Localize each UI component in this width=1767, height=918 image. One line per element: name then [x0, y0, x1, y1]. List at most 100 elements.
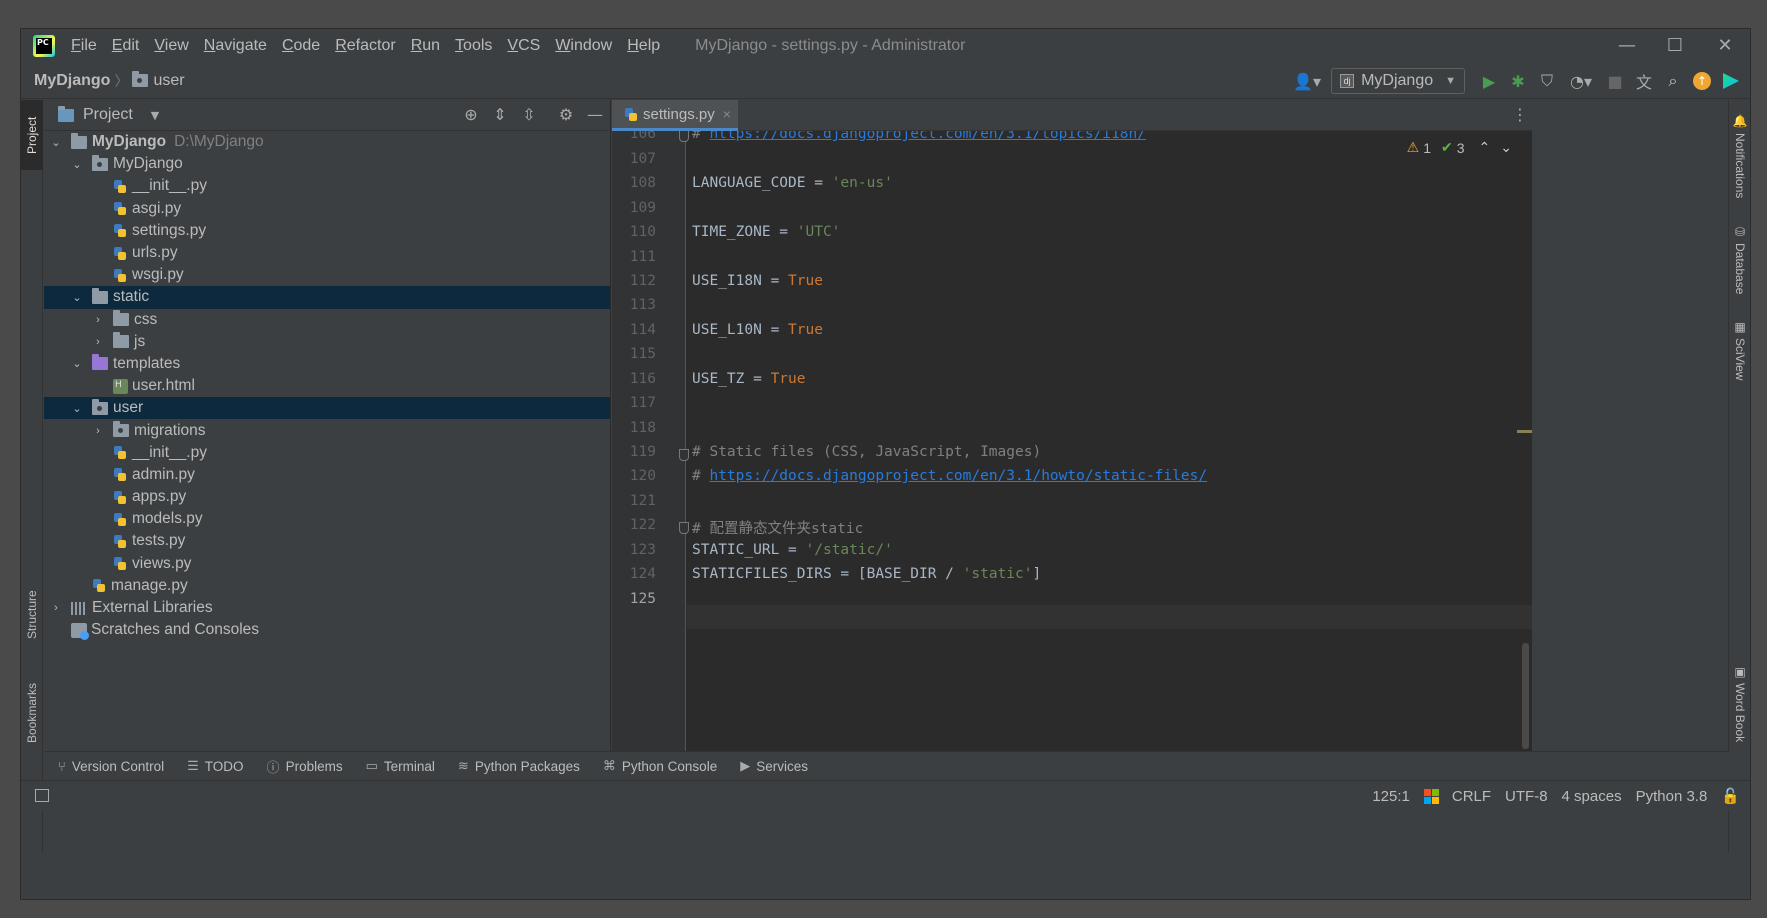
fold-marker-icon[interactable] — [679, 522, 689, 534]
gear-icon[interactable]: ⚙ — [556, 105, 576, 125]
tree-item-external-libraries[interactable]: › External Libraries — [44, 597, 610, 619]
translate-icon[interactable]: 文 — [1634, 71, 1654, 92]
run-configuration-select[interactable]: dj MyDjango ▼ — [1331, 68, 1465, 94]
hide-panel-icon[interactable]: — — [585, 105, 605, 125]
services-tab[interactable]: ▶ Services — [740, 758, 808, 774]
bookmarks-tool-tab[interactable]: Bookmarks — [21, 668, 43, 758]
todo-tab[interactable]: ☰ TODO — [187, 758, 243, 774]
line-separator[interactable]: CRLF — [1452, 788, 1491, 805]
project-tool-tab[interactable]: Project — [21, 100, 43, 170]
chevron-down-icon[interactable]: ⌄ — [71, 402, 83, 415]
docs-link[interactable]: https://docs.djangoproject.com/en/3.1/ho… — [709, 468, 1207, 484]
tree-item-file[interactable]: __init__.py — [44, 442, 610, 464]
maximize-button[interactable]: ☐ — [1664, 35, 1686, 57]
fold-marker-icon[interactable] — [679, 449, 689, 461]
stop-icon[interactable]: ■ — [1605, 71, 1625, 91]
menu-window[interactable]: Window — [555, 37, 612, 55]
search-icon[interactable]: ⌕ — [1663, 71, 1683, 91]
chevron-right-icon[interactable]: › — [92, 314, 104, 326]
terminal-tab[interactable]: ▭ Terminal — [366, 758, 435, 774]
tree-item-package-selected[interactable]: ⌄ user — [44, 397, 610, 420]
problems-tab[interactable]: ⓘ Problems — [267, 757, 343, 776]
menu-code[interactable]: Code — [282, 37, 320, 55]
menu-help[interactable]: Help — [627, 37, 660, 55]
user-account-icon[interactable]: 👤▾ — [1292, 71, 1322, 91]
chevron-right-icon[interactable]: › — [92, 336, 104, 348]
tab-settings-py[interactable]: settings.py × — [612, 100, 738, 131]
tree-item-folder[interactable]: › css — [44, 309, 610, 331]
tree-item-file[interactable]: user.html — [44, 375, 610, 397]
locate-icon[interactable]: ⊕ — [461, 105, 481, 125]
menu-refactor[interactable]: Refactor — [335, 37, 395, 55]
docs-link[interactable]: https://docs.djangoproject.com/en/3.1/to… — [709, 131, 1146, 142]
collapse-all-icon[interactable]: ⇳ — [519, 105, 539, 125]
profiler-icon[interactable]: ◔▾ — [1566, 71, 1596, 91]
expand-all-icon[interactable]: ⇕ — [490, 105, 510, 125]
tree-item-file[interactable]: urls.py — [44, 242, 610, 264]
menu-navigate[interactable]: Navigate — [204, 37, 267, 55]
tree-item-file[interactable]: wsgi.py — [44, 264, 610, 286]
menu-view[interactable]: View — [154, 37, 188, 55]
chevron-down-icon[interactable]: ⌄ — [71, 158, 83, 171]
tree-item-file[interactable]: tests.py — [44, 530, 610, 552]
tree-item-file[interactable]: __init__.py — [44, 175, 610, 197]
tree-item-file[interactable]: views.py — [44, 553, 610, 575]
chevron-right-icon[interactable]: › — [50, 602, 62, 614]
tree-item-file[interactable]: admin.py — [44, 464, 610, 486]
code-editor[interactable]: 106 107 108 109 110 111 112 113 114 115 … — [612, 131, 1532, 761]
project-panel-title[interactable]: Project — [83, 106, 133, 124]
vertical-scrollbar[interactable] — [1522, 643, 1529, 749]
toggle-tool-windows-icon[interactable] — [35, 789, 49, 802]
breadcrumb-folder[interactable]: user — [153, 72, 184, 90]
lock-icon[interactable]: 🔓 — [1721, 787, 1740, 805]
tree-item-scratches[interactable]: Scratches and Consoles — [44, 619, 610, 641]
minimize-button[interactable]: — — [1616, 35, 1638, 57]
python-interpreter[interactable]: Python 3.8 — [1636, 788, 1708, 805]
python-packages-tab[interactable]: ≋ Python Packages — [458, 758, 580, 774]
tree-item-root[interactable]: ⌄ MyDjango D:\MyDjango — [44, 131, 610, 153]
wordbook-tool-tab[interactable]: ▣ Word Book — [1729, 665, 1750, 755]
breadcrumb-project[interactable]: MyDjango — [34, 72, 110, 90]
update-icon[interactable]: ↑ — [1692, 71, 1712, 91]
chevron-down-icon[interactable]: ⌄ — [71, 357, 83, 370]
more-vertical-icon[interactable]: ⋮ — [1512, 105, 1528, 124]
version-control-tab[interactable]: ⑂ Version Control — [58, 759, 164, 774]
sciview-tool-tab[interactable]: ▦ SciView — [1729, 320, 1750, 390]
tree-item-folder[interactable]: › js — [44, 331, 610, 353]
windows-logo-icon[interactable] — [1423, 788, 1439, 804]
database-tool-tab[interactable]: ⛁ Database — [1729, 225, 1750, 305]
structure-tool-tab[interactable]: Structure — [21, 575, 43, 655]
tree-item-folder[interactable]: › migrations — [44, 419, 610, 441]
tree-item-package[interactable]: ⌄ MyDjango — [44, 153, 610, 175]
file-encoding[interactable]: UTF-8 — [1505, 788, 1548, 805]
chevron-down-icon[interactable]: ▼ — [151, 109, 159, 122]
menu-file[interactable]: File — [71, 37, 97, 55]
tree-item-file[interactable]: models.py — [44, 508, 610, 530]
tree-item-file[interactable]: manage.py — [44, 575, 610, 597]
menu-edit[interactable]: Edit — [112, 37, 140, 55]
menu-run[interactable]: Run — [411, 37, 440, 55]
tree-item-file[interactable]: settings.py — [44, 220, 610, 242]
chevron-right-icon[interactable]: › — [92, 425, 104, 437]
inspection-widget[interactable]: ⚠ 1 ✔ 3 ⌃⌄ — [1407, 139, 1522, 156]
menu-vcs[interactable]: VCS — [507, 37, 540, 55]
debug-icon[interactable]: ✱ — [1508, 71, 1528, 91]
close-tab-icon[interactable]: × — [723, 106, 731, 122]
scroll-marker[interactable] — [1517, 430, 1532, 433]
tree-item-folder[interactable]: ⌄ templates — [44, 353, 610, 375]
coverage-icon[interactable]: ⛉ — [1537, 71, 1557, 91]
notifications-tool-tab[interactable]: 🔔 Notifications — [1729, 114, 1750, 214]
tree-item-folder-selected[interactable]: ⌄ static — [44, 286, 610, 309]
tree-item-file[interactable]: apps.py — [44, 486, 610, 508]
jetbrains-toolbox-icon[interactable] — [1721, 71, 1741, 91]
chevron-down-icon[interactable]: ⌄ — [71, 291, 83, 304]
tree-item-file[interactable]: asgi.py — [44, 198, 610, 220]
run-icon[interactable]: ▶ — [1479, 71, 1499, 91]
fold-marker-icon[interactable] — [679, 131, 689, 142]
close-button[interactable]: ✕ — [1714, 35, 1736, 57]
chevron-down-icon[interactable]: ⌄ — [50, 136, 62, 149]
problem-navigation-icon[interactable]: ⌃⌄ — [1479, 139, 1522, 156]
menu-tools[interactable]: Tools — [455, 37, 492, 55]
python-console-tab[interactable]: ⌘ Python Console — [603, 758, 717, 774]
indent-setting[interactable]: 4 spaces — [1562, 788, 1622, 805]
